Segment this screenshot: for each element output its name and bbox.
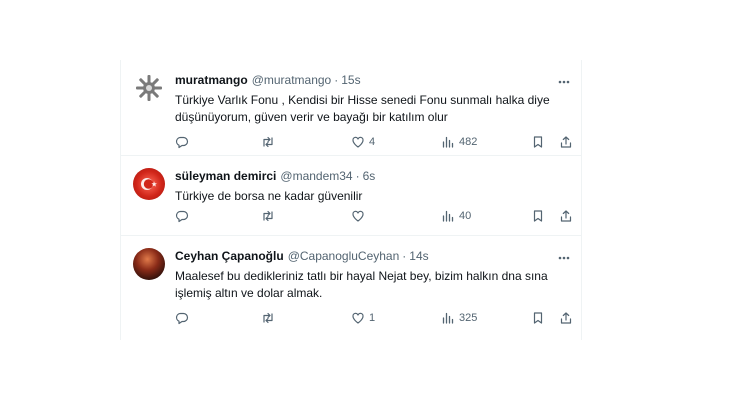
views-button[interactable]: 325 bbox=[441, 310, 477, 326]
user-handle[interactable]: @muratmango bbox=[252, 72, 332, 88]
view-count: 482 bbox=[459, 136, 478, 148]
timestamp[interactable]: 14s bbox=[409, 248, 428, 264]
like-button[interactable]: 1 bbox=[351, 310, 375, 326]
avatar[interactable] bbox=[133, 168, 165, 200]
tweet[interactable]: süleyman demirci @mandem34 · 6s Türkiye … bbox=[121, 156, 581, 236]
retweet-icon bbox=[263, 136, 273, 148]
bookmark-icon bbox=[533, 210, 543, 222]
tweet-actions: 40 bbox=[175, 208, 572, 224]
view-count: 325 bbox=[459, 312, 478, 324]
share-button[interactable] bbox=[559, 310, 573, 326]
retweet-button[interactable] bbox=[261, 310, 279, 326]
avatar[interactable] bbox=[133, 248, 165, 280]
views-button[interactable]: 482 bbox=[441, 134, 477, 150]
tweet[interactable]: muratmango @muratmango · 15s Türkiye Var… bbox=[121, 60, 581, 156]
like-button[interactable] bbox=[351, 208, 369, 224]
separator: · bbox=[402, 249, 407, 263]
gear-flower-icon bbox=[136, 75, 162, 101]
views-chart-icon bbox=[442, 312, 454, 324]
more-options-icon[interactable] bbox=[557, 74, 571, 84]
like-count: 1 bbox=[369, 312, 376, 324]
retweet-button[interactable] bbox=[261, 134, 279, 150]
tweet-text: Türkiye Varlık Fonu , Kendisi bir Hisse … bbox=[175, 93, 550, 124]
reply-icon bbox=[175, 136, 189, 149]
reply-button[interactable] bbox=[175, 310, 193, 326]
tweet[interactable]: Ceyhan Çapanoğlu @CapanogluCeyhan · 14s … bbox=[121, 236, 581, 340]
tweet-body: Ceyhan Çapanoğlu @CapanogluCeyhan · 14s … bbox=[175, 248, 571, 302]
bookmark-button[interactable] bbox=[531, 208, 545, 224]
retweet-button[interactable] bbox=[261, 208, 279, 224]
tweet-body: süleyman demirci @mandem34 · 6s Türkiye … bbox=[175, 168, 569, 205]
view-count: 40 bbox=[459, 210, 472, 222]
tweet-text: Türkiye de borsa ne kadar güvenilir bbox=[175, 189, 363, 203]
timestamp[interactable]: 6s bbox=[363, 168, 376, 184]
share-icon bbox=[560, 136, 572, 148]
share-icon bbox=[560, 210, 572, 222]
avatar[interactable] bbox=[133, 72, 165, 104]
share-button[interactable] bbox=[559, 134, 573, 150]
reply-button[interactable] bbox=[175, 208, 193, 224]
tweet-header: Ceyhan Çapanoğlu @CapanogluCeyhan · 14s bbox=[175, 248, 569, 264]
user-handle[interactable]: @mandem34 bbox=[280, 168, 352, 184]
bookmark-icon bbox=[533, 136, 543, 148]
tweet-actions: 1 325 bbox=[175, 310, 572, 326]
retweet-icon bbox=[263, 312, 273, 324]
tweet-text: Maalesef bu dedikleriniz tatlı bir hayal… bbox=[175, 269, 548, 300]
heart-icon bbox=[352, 136, 364, 148]
views-chart-icon bbox=[442, 210, 454, 222]
like-button[interactable]: 4 bbox=[351, 134, 375, 150]
user-handle[interactable]: @CapanogluCeyhan bbox=[288, 248, 400, 264]
reply-icon bbox=[175, 312, 189, 325]
heart-icon bbox=[352, 312, 364, 324]
more-options-icon[interactable] bbox=[557, 250, 571, 260]
views-chart-icon bbox=[442, 136, 454, 148]
tweet-header: muratmango @muratmango · 15s bbox=[175, 72, 569, 88]
tweet-actions: 4 482 bbox=[175, 134, 572, 150]
views-button[interactable]: 40 bbox=[441, 208, 471, 224]
separator: · bbox=[334, 73, 339, 87]
display-name[interactable]: süleyman demirci bbox=[175, 168, 276, 184]
heart-icon bbox=[352, 210, 364, 222]
reply-icon bbox=[175, 210, 189, 223]
reply-button[interactable] bbox=[175, 134, 193, 150]
bookmark-button[interactable] bbox=[531, 310, 545, 326]
retweet-icon bbox=[263, 210, 273, 222]
bookmark-button[interactable] bbox=[531, 134, 545, 150]
share-icon bbox=[560, 312, 572, 324]
separator: · bbox=[355, 169, 360, 183]
bookmark-icon bbox=[533, 312, 543, 324]
display-name[interactable]: muratmango bbox=[175, 72, 248, 88]
timestamp[interactable]: 15s bbox=[341, 72, 360, 88]
share-button[interactable] bbox=[559, 208, 573, 224]
display-name[interactable]: Ceyhan Çapanoğlu bbox=[175, 248, 284, 264]
tweet-feed: muratmango @muratmango · 15s Türkiye Var… bbox=[120, 60, 582, 340]
tweet-header: süleyman demirci @mandem34 · 6s bbox=[175, 168, 569, 184]
like-count: 4 bbox=[369, 136, 376, 148]
tweet-body: muratmango @muratmango · 15s Türkiye Var… bbox=[175, 72, 571, 126]
turkish-flag-emblem-icon bbox=[141, 178, 157, 190]
